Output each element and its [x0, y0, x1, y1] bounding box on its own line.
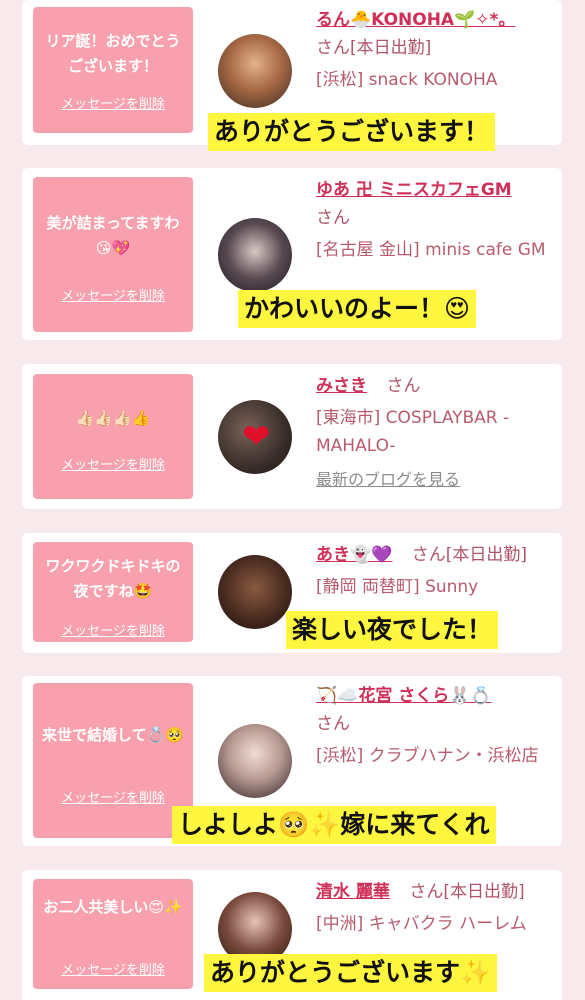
honorific: さん	[411, 545, 446, 565]
message-text: お二人共美しい😍✨	[43, 898, 183, 916]
shop-name: [中洲] キャバクラ ハーレム	[316, 914, 527, 934]
shop-name: [静岡 両替町] Sunny	[316, 577, 479, 597]
shop-name: [浜松] snack KONOHA	[316, 70, 498, 90]
honorific: さん	[409, 882, 444, 902]
honorific: さん	[386, 376, 421, 396]
delete-message-link[interactable]: メッセージを削除	[33, 93, 193, 112]
reply-banner: ありがとうございます✨	[204, 954, 498, 992]
status-badge: [本日出勤]	[443, 882, 525, 902]
message-card: ワクワクドキドキの夜ですね🤩 メッセージを削除 あき👻💜 さん[本日出勤] [静…	[22, 533, 562, 653]
message-bubble: リア誕！おめでとうございます！ メッセージを削除	[33, 7, 193, 133]
cast-info: あき👻💜 さん[本日出勤] [静岡 両替町] Sunny	[316, 541, 552, 601]
delete-message-link[interactable]: メッセージを削除	[33, 285, 193, 304]
message-card: リア誕！おめでとうございます！ メッセージを削除 るん🐣KONOHA🌱✧*。 さ…	[22, 0, 562, 151]
honorific: さん	[316, 208, 350, 228]
message-card: 来世で結婚して💍🥺 メッセージを削除 🏹☁️花宮 さくら🐰💍 さん [浜松] ク…	[22, 676, 562, 846]
honorific: さん	[316, 38, 350, 58]
message-text: ワクワクドキドキの夜ですね🤩	[45, 557, 181, 600]
delete-message-link[interactable]: メッセージを削除	[33, 620, 193, 639]
status-badge: [本日出勤]	[445, 545, 528, 565]
cast-name-link[interactable]: 🏹☁️花宮 さくら🐰💍	[316, 686, 492, 706]
message-text: 👍🏻👍🏻👍🏻👍	[75, 409, 151, 427]
cast-info: 🏹☁️花宮 さくら🐰💍 さん [浜松] クラブハナン・浜松店	[316, 682, 552, 770]
cast-name-link[interactable]: るん🐣KONOHA🌱✧*。	[316, 10, 515, 30]
shop-name: [東海市] COSPLAYBAR -MAHALO-	[316, 408, 510, 456]
honorific: さん	[316, 714, 350, 734]
cast-name-link[interactable]: あき👻💜	[316, 545, 392, 565]
reply-banner: ありがとうございます！	[208, 113, 496, 151]
cast-name-link[interactable]: 清水 麗華	[316, 882, 390, 902]
avatar[interactable]	[218, 34, 292, 108]
message-card: 美が詰まってますわ😘💖 メッセージを削除 ゆあ 卍 ミニスカフェGM さん [名…	[22, 168, 562, 340]
message-text: リア誕！おめでとうございます！	[45, 32, 181, 75]
cast-name-link[interactable]: ゆあ 卍 ミニスカフェGM	[316, 180, 512, 200]
message-bubble: 👍🏻👍🏻👍🏻👍 メッセージを削除	[33, 374, 193, 499]
shop-name: [浜松] クラブハナン・浜松店	[316, 746, 539, 766]
cast-info: 清水 麗華 さん[本日出勤] [中洲] キャバクラ ハーレム	[316, 878, 552, 938]
message-card: 👍🏻👍🏻👍🏻👍 メッセージを削除 ❤ みさき さん [東海市] COSPLAYB…	[22, 364, 562, 509]
message-bubble: お二人共美しい😍✨ メッセージを削除	[33, 879, 193, 989]
cast-name-link[interactable]: みさき	[316, 376, 367, 396]
message-bubble: ワクワクドキドキの夜ですね🤩 メッセージを削除	[33, 542, 193, 642]
status-badge: [本日出勤]	[350, 38, 432, 58]
reply-banner: 楽しい夜でした！	[286, 611, 499, 649]
message-bubble: 来世で結婚して💍🥺 メッセージを削除	[33, 683, 193, 838]
shop-name: [名古屋 金山] minis cafe GM	[316, 240, 546, 260]
latest-blog-link[interactable]: 最新のブログを見る	[316, 466, 552, 494]
heart-icon: ❤	[242, 417, 271, 457]
message-bubble: 美が詰まってますわ😘💖 メッセージを削除	[33, 177, 193, 332]
reply-banner: かわいいのよー！😍	[238, 290, 477, 328]
avatar[interactable]	[218, 724, 292, 798]
message-card: お二人共美しい😍✨ メッセージを削除 清水 麗華 さん[本日出勤] [中洲] キ…	[22, 870, 562, 1000]
delete-message-link[interactable]: メッセージを削除	[33, 454, 193, 473]
avatar[interactable]	[218, 555, 292, 629]
delete-message-link[interactable]: メッセージを削除	[33, 959, 193, 978]
avatar[interactable]: ❤	[218, 400, 292, 474]
delete-message-link[interactable]: メッセージを削除	[33, 787, 193, 806]
message-text: 来世で結婚して💍🥺	[42, 726, 184, 744]
cast-info: ゆあ 卍 ミニスカフェGM さん [名古屋 金山] minis cafe GM	[316, 176, 552, 264]
avatar[interactable]	[218, 218, 292, 292]
reply-banner: しよしよ🥺✨嫁に来てくれ	[172, 806, 496, 844]
cast-info: みさき さん [東海市] COSPLAYBAR -MAHALO- 最新のブログを…	[316, 372, 552, 494]
cast-info: るん🐣KONOHA🌱✧*。 さん[本日出勤] [浜松] snack KONOHA	[316, 6, 552, 94]
message-text: 美が詰まってますわ😘💖	[46, 214, 180, 257]
